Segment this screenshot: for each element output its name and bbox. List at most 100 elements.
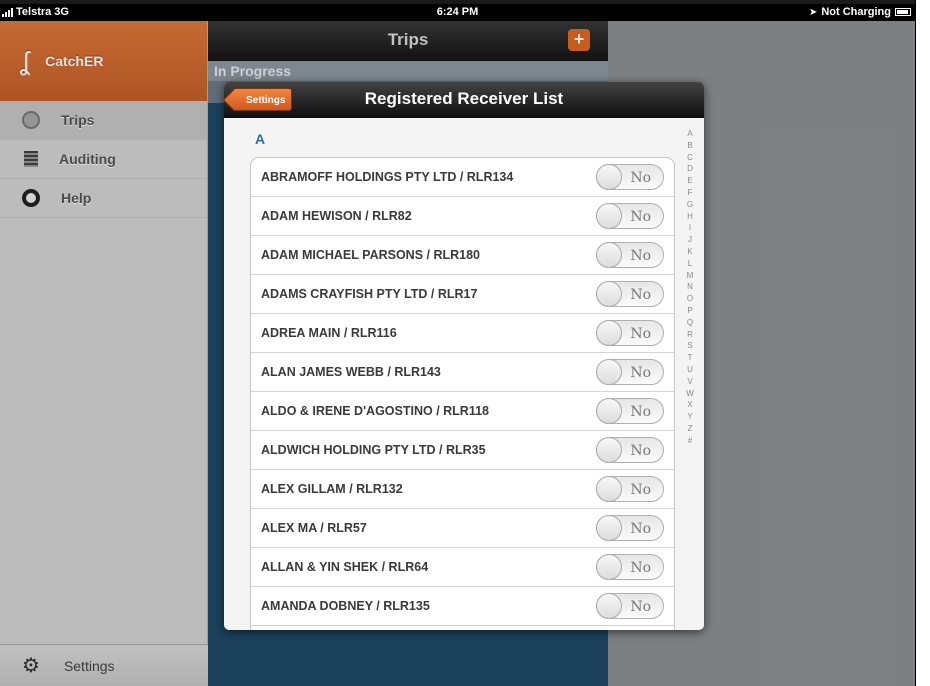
toggle-label: No: [630, 170, 651, 186]
charging-status: Not Charging: [821, 6, 891, 18]
index-letter[interactable]: H: [680, 211, 700, 223]
toggle-knob: [596, 437, 622, 463]
index-letter[interactable]: O: [680, 293, 700, 305]
toggle-knob: [596, 164, 622, 190]
list-item[interactable]: ABRAMOFF HOLDINGS PTY LTD / RLR134 No: [251, 158, 674, 197]
toggle-knob: [596, 515, 622, 541]
index-letter[interactable]: J: [680, 234, 700, 246]
receiver-name: ADAM MICHAEL PARSONS / RLR180: [261, 248, 481, 262]
index-letter[interactable]: P: [680, 305, 700, 317]
index-letter[interactable]: X: [680, 399, 700, 411]
charging-info: ➤ Not Charging: [809, 6, 911, 18]
receiver-name: ALLAN & YIN SHEK / RLR64: [261, 560, 429, 574]
list-item[interactable]: ADAMS CRAYFISH PTY LTD / RLR17 No: [251, 275, 674, 314]
index-letter[interactable]: T: [680, 352, 700, 364]
toggle-label: No: [630, 326, 651, 342]
receiver-name: ALAN JAMES WEBB / RLR143: [261, 365, 441, 379]
modal-title: Registered Receiver List: [364, 89, 564, 108]
toggle-label: No: [630, 443, 651, 459]
back-button-label: Settings: [246, 95, 286, 106]
receiver-name: ALDO & IRENE D'AGOSTINO / RLR118: [261, 404, 490, 418]
list-item[interactable]: ADAM MICHAEL PARSONS / RLR180 No: [251, 236, 674, 275]
alphabet-index[interactable]: A B C D E F G H I J K L M N O P Q R S T U V W X Y Z #: [680, 128, 700, 447]
toggle-knob: [596, 554, 622, 580]
list-item[interactable]: ALAN JAMES WEBB / RLR143 No: [251, 353, 674, 392]
toggle-knob: [596, 242, 622, 268]
toggle-knob: [596, 398, 622, 424]
receiver-name: ALEX GILLAM / RLR132: [261, 482, 403, 496]
receiver-name: ALEX MA / RLR57: [261, 521, 367, 535]
toggle-label: No: [630, 404, 651, 420]
index-letter[interactable]: K: [680, 246, 700, 258]
status-bar: Telstra 3G 6:24 PM ➤ Not Charging: [0, 4, 915, 21]
list-item[interactable]: ALEX GILLAM / RLR132 No: [251, 470, 674, 509]
toggle-label: No: [630, 248, 651, 264]
index-letter[interactable]: R: [680, 329, 700, 341]
toggle-knob: [596, 476, 622, 502]
receiver-name: AMANDA DOBNEY / RLR135: [261, 599, 430, 613]
location-arrow-icon: ➤: [808, 6, 818, 18]
index-letter[interactable]: G: [680, 199, 700, 211]
receiver-toggle[interactable]: No: [596, 164, 664, 190]
index-letter[interactable]: V: [680, 376, 700, 388]
index-letter[interactable]: U: [680, 364, 700, 376]
index-letter[interactable]: B: [680, 140, 700, 152]
receiver-toggle[interactable]: No: [596, 320, 664, 346]
index-letter[interactable]: E: [680, 175, 700, 187]
receiver-name: ADREA MAIN / RLR116: [261, 326, 397, 340]
receiver-toggle[interactable]: No: [596, 242, 664, 268]
index-letter[interactable]: D: [680, 163, 700, 175]
receiver-toggle[interactable]: No: [596, 359, 664, 385]
index-letter[interactable]: Z: [680, 423, 700, 435]
receiver-toggle[interactable]: No: [596, 281, 664, 307]
receiver-name: ALDWICH HOLDING PTY LTD / RLR35: [261, 443, 486, 457]
toggle-label: No: [630, 287, 651, 303]
receiver-toggle[interactable]: No: [596, 554, 664, 580]
receiver-list-modal: Settings Registered Receiver List A ABRA…: [224, 82, 704, 630]
battery-icon: [895, 8, 911, 16]
index-letter[interactable]: A: [680, 128, 700, 140]
settings-back-button[interactable]: Settings: [233, 88, 293, 111]
list-item[interactable]: AMANDA DOBNEY / RLR135 No: [251, 587, 674, 626]
list-item[interactable]: ADREA MAIN / RLR116 No: [251, 314, 674, 353]
receiver-toggle[interactable]: No: [596, 203, 664, 229]
index-letter[interactable]: I: [680, 222, 700, 234]
list-item[interactable]: ADAM HEWISON / RLR82 No: [251, 197, 674, 236]
receiver-toggle[interactable]: No: [596, 476, 664, 502]
receiver-list[interactable]: ABRAMOFF HOLDINGS PTY LTD / RLR134 No ADAM…: [250, 157, 675, 630]
index-letter[interactable]: C: [680, 152, 700, 164]
index-letter[interactable]: N: [680, 281, 700, 293]
section-header: A: [255, 131, 266, 147]
list-item[interactable]: ALEX MA / RLR57 No: [251, 509, 674, 548]
toggle-knob: [596, 281, 622, 307]
right-edge: [915, 0, 930, 686]
toggle-label: No: [630, 599, 651, 615]
receiver-toggle[interactable]: No: [596, 515, 664, 541]
toggle-knob: [596, 320, 622, 346]
receiver-toggle[interactable]: No: [596, 398, 664, 424]
status-time: 6:24 PM: [436, 6, 479, 18]
index-letter[interactable]: #: [680, 435, 700, 447]
index-letter[interactable]: Q: [680, 317, 700, 329]
index-letter[interactable]: M: [680, 270, 700, 282]
index-letter[interactable]: Y: [680, 411, 700, 423]
toggle-label: No: [630, 209, 651, 225]
list-item[interactable]: ALDWICH HOLDING PTY LTD / RLR35 No: [251, 431, 674, 470]
toggle-knob: [596, 203, 622, 229]
list-item[interactable]: ALLAN & YIN SHEK / RLR64 No: [251, 548, 674, 587]
index-letter[interactable]: W: [680, 388, 700, 400]
list-item[interactable]: ALDO & IRENE D'AGOSTINO / RLR118 No: [251, 392, 674, 431]
receiver-toggle[interactable]: No: [596, 437, 664, 463]
receiver-name: ADAM HEWISON / RLR82: [261, 209, 412, 223]
toggle-label: No: [630, 560, 651, 576]
toggle-label: No: [630, 365, 651, 381]
receiver-toggle[interactable]: No: [596, 593, 664, 619]
receiver-name: ABRAMOFF HOLDINGS PTY LTD / RLR134: [261, 170, 514, 184]
index-letter[interactable]: L: [680, 258, 700, 270]
receiver-name: ADAMS CRAYFISH PTY LTD / RLR17: [261, 287, 478, 301]
toggle-label: No: [630, 521, 651, 537]
modal-navbar: Settings Registered Receiver List: [224, 82, 704, 118]
toggle-label: No: [630, 482, 651, 498]
index-letter[interactable]: F: [680, 187, 700, 199]
index-letter[interactable]: S: [680, 340, 700, 352]
